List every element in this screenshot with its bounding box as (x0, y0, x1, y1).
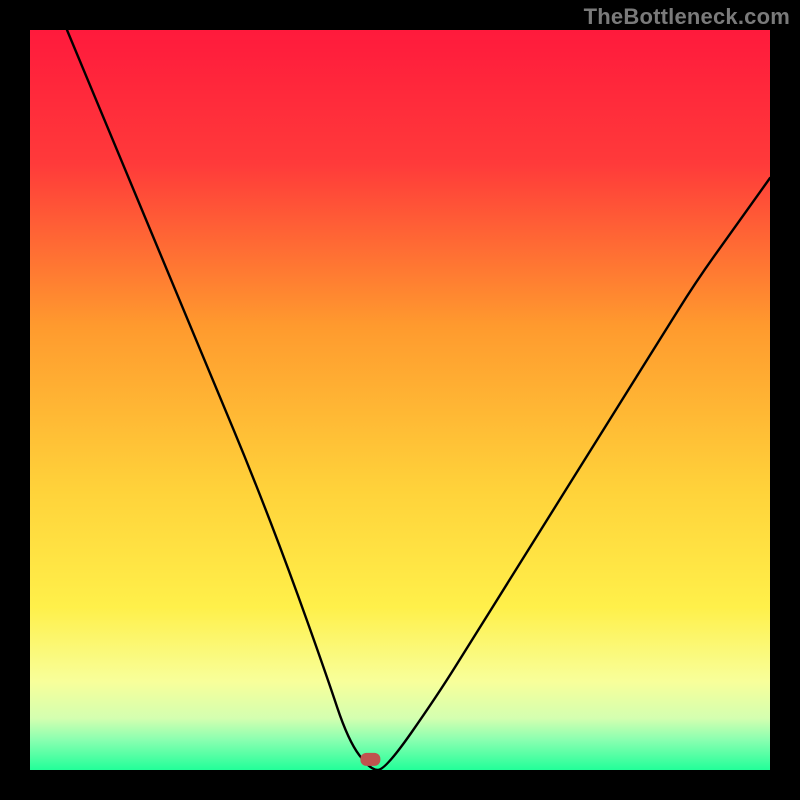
plot-area (30, 30, 770, 770)
optimal-point-marker (360, 753, 380, 766)
gradient-background (30, 30, 770, 770)
watermark-label: TheBottleneck.com (584, 4, 790, 30)
chart-container: TheBottleneck.com (0, 0, 800, 800)
bottleneck-chart-svg (0, 0, 800, 800)
